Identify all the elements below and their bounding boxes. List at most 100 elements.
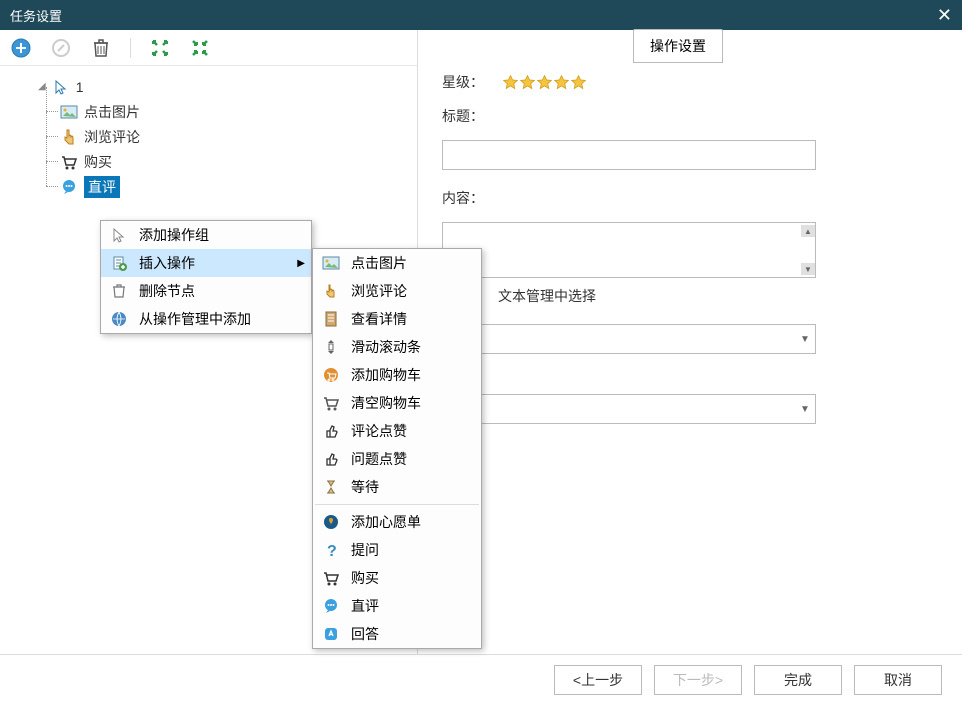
submenu-wishlist[interactable]: 添加心愿单 [313, 508, 481, 536]
submenu-label: 直评 [351, 596, 379, 616]
submenu-buy[interactable]: 购买 [313, 564, 481, 592]
star-icon[interactable] [502, 74, 519, 91]
collapse-all-button[interactable] [189, 37, 211, 59]
cart-icon [321, 394, 341, 412]
tree-item-buy[interactable]: 购买 [16, 149, 401, 174]
submenu-label: 浏览评论 [351, 281, 407, 301]
star-icon[interactable] [553, 74, 570, 91]
submenu-direct-review[interactable]: 直评 [313, 592, 481, 620]
submenu-label: 等待 [351, 477, 379, 497]
submenu-label: 添加购物车 [351, 365, 421, 385]
star-icon[interactable] [570, 74, 587, 91]
submenu-ask[interactable]: ?提问 [313, 536, 481, 564]
submenu-label: 查看详情 [351, 309, 407, 329]
menu-label: 添加操作组 [139, 225, 209, 245]
next-button: 下一步> [654, 665, 742, 695]
menu-add-from-manager[interactable]: 从操作管理中添加 [101, 305, 311, 333]
tree-item-direct-review[interactable]: 直评 [16, 174, 401, 199]
submenu-label: 清空购物车 [351, 393, 421, 413]
submenu-click-image[interactable]: 点击图片 [313, 249, 481, 277]
content-row: 内容： [442, 188, 938, 208]
cart-icon [60, 153, 78, 171]
star-rating[interactable] [502, 74, 587, 91]
context-menu: 添加操作组 插入操作 ▶ 删除节点 从操作管理中添加 [100, 220, 312, 334]
separator [315, 504, 479, 505]
tree-item-label: 浏览评论 [84, 127, 140, 147]
combo-1[interactable]: ▼ [442, 324, 816, 354]
cursor-icon [109, 226, 129, 244]
submenu-wait[interactable]: 等待 [313, 473, 481, 501]
cancel-button[interactable]: 取消 [854, 665, 942, 695]
wishlist-icon [321, 513, 341, 531]
submenu-label: 提问 [351, 540, 379, 560]
menu-delete-node[interactable]: 删除节点 [101, 277, 311, 305]
tab-operation-settings[interactable]: 操作设置 [633, 29, 723, 63]
submenu-add-cart[interactable]: 添加购物车 [313, 361, 481, 389]
tree-item-click-image[interactable]: 点击图片 [16, 99, 401, 124]
add-button[interactable] [10, 37, 32, 59]
submenu-label: 购买 [351, 568, 379, 588]
add-cart-icon [321, 366, 341, 384]
scroll-icon [321, 338, 341, 356]
edit-button-disabled [50, 37, 72, 59]
answer-icon [321, 625, 341, 643]
scroll-up-icon[interactable]: ▲ [801, 225, 815, 237]
title-row: 标题： [442, 106, 938, 126]
trash-icon [109, 282, 129, 300]
hourglass-icon [321, 478, 341, 496]
expand-all-button[interactable] [149, 37, 171, 59]
chat-icon [321, 597, 341, 615]
submenu-clear-cart[interactable]: 清空购物车 [313, 389, 481, 417]
detail-icon [321, 310, 341, 328]
submenu-label: 添加心愿单 [351, 512, 421, 532]
star-icon[interactable] [519, 74, 536, 91]
tree-item-browse-reviews[interactable]: 浏览评论 [16, 124, 401, 149]
submenu-question-like[interactable]: 问题点赞 [313, 445, 481, 473]
titlebar: 任务设置 ✕ [0, 0, 962, 30]
star-label: 星级： [442, 72, 502, 92]
prev-button[interactable]: <上一步 [554, 665, 642, 695]
trash-button[interactable] [90, 37, 112, 59]
close-icon[interactable]: ✕ [937, 5, 952, 26]
button-bar: <上一步 下一步> 完成 取消 [0, 655, 962, 705]
cart-icon [321, 569, 341, 587]
separator [130, 38, 131, 58]
menu-add-action-group[interactable]: 添加操作组 [101, 221, 311, 249]
submenu-label: 问题点赞 [351, 449, 407, 469]
submenu-browse-reviews[interactable]: 浏览评论 [313, 277, 481, 305]
menu-label: 插入操作 [139, 253, 195, 273]
pointer-icon [60, 128, 78, 146]
dropdown-arrow-icon: ▼ [795, 329, 815, 349]
cursor-icon [52, 78, 70, 96]
content-textarea[interactable]: ▲ ▼ [442, 222, 816, 278]
submenu-scroll[interactable]: 滑动滚动条 [313, 333, 481, 361]
tree-root[interactable]: ◢ 1 [16, 74, 401, 99]
menu-insert-action[interactable]: 插入操作 ▶ [101, 249, 311, 277]
dropdown-arrow-icon: ▼ [795, 399, 815, 419]
chat-icon [60, 178, 78, 196]
menu-label: 删除节点 [139, 281, 195, 301]
image-icon [321, 254, 341, 272]
thumb-icon [321, 450, 341, 468]
scroll-down-icon[interactable]: ▼ [801, 263, 815, 275]
image-icon [60, 103, 78, 121]
pointer-icon [321, 282, 341, 300]
globe-icon [109, 310, 129, 328]
submenu-label: 回答 [351, 624, 379, 644]
right-panel: 操作设置 星级： 标题： 内容： ▲ ▼ 文本管理中选择 ▼ ▼ [418, 30, 962, 654]
submenu-review-like[interactable]: 评论点赞 [313, 417, 481, 445]
star-icon[interactable] [536, 74, 553, 91]
menu-label: 从操作管理中添加 [139, 309, 251, 329]
window-title: 任务设置 [10, 6, 62, 25]
submenu-view-detail[interactable]: 查看详情 [313, 305, 481, 333]
thumb-icon [321, 422, 341, 440]
submenu-label: 点击图片 [351, 253, 407, 273]
hint-text: 文本管理中选择 [442, 286, 938, 306]
star-rating-row: 星级： [442, 72, 938, 92]
finish-button[interactable]: 完成 [754, 665, 842, 695]
combo-2[interactable]: ▼ [442, 394, 816, 424]
title-input[interactable] [442, 140, 816, 170]
tree-view[interactable]: ◢ 1 点击图片 浏览评论 购买 直评 [0, 66, 417, 207]
submenu-answer[interactable]: 回答 [313, 620, 481, 648]
left-panel: ◢ 1 点击图片 浏览评论 购买 直评 [0, 30, 418, 654]
